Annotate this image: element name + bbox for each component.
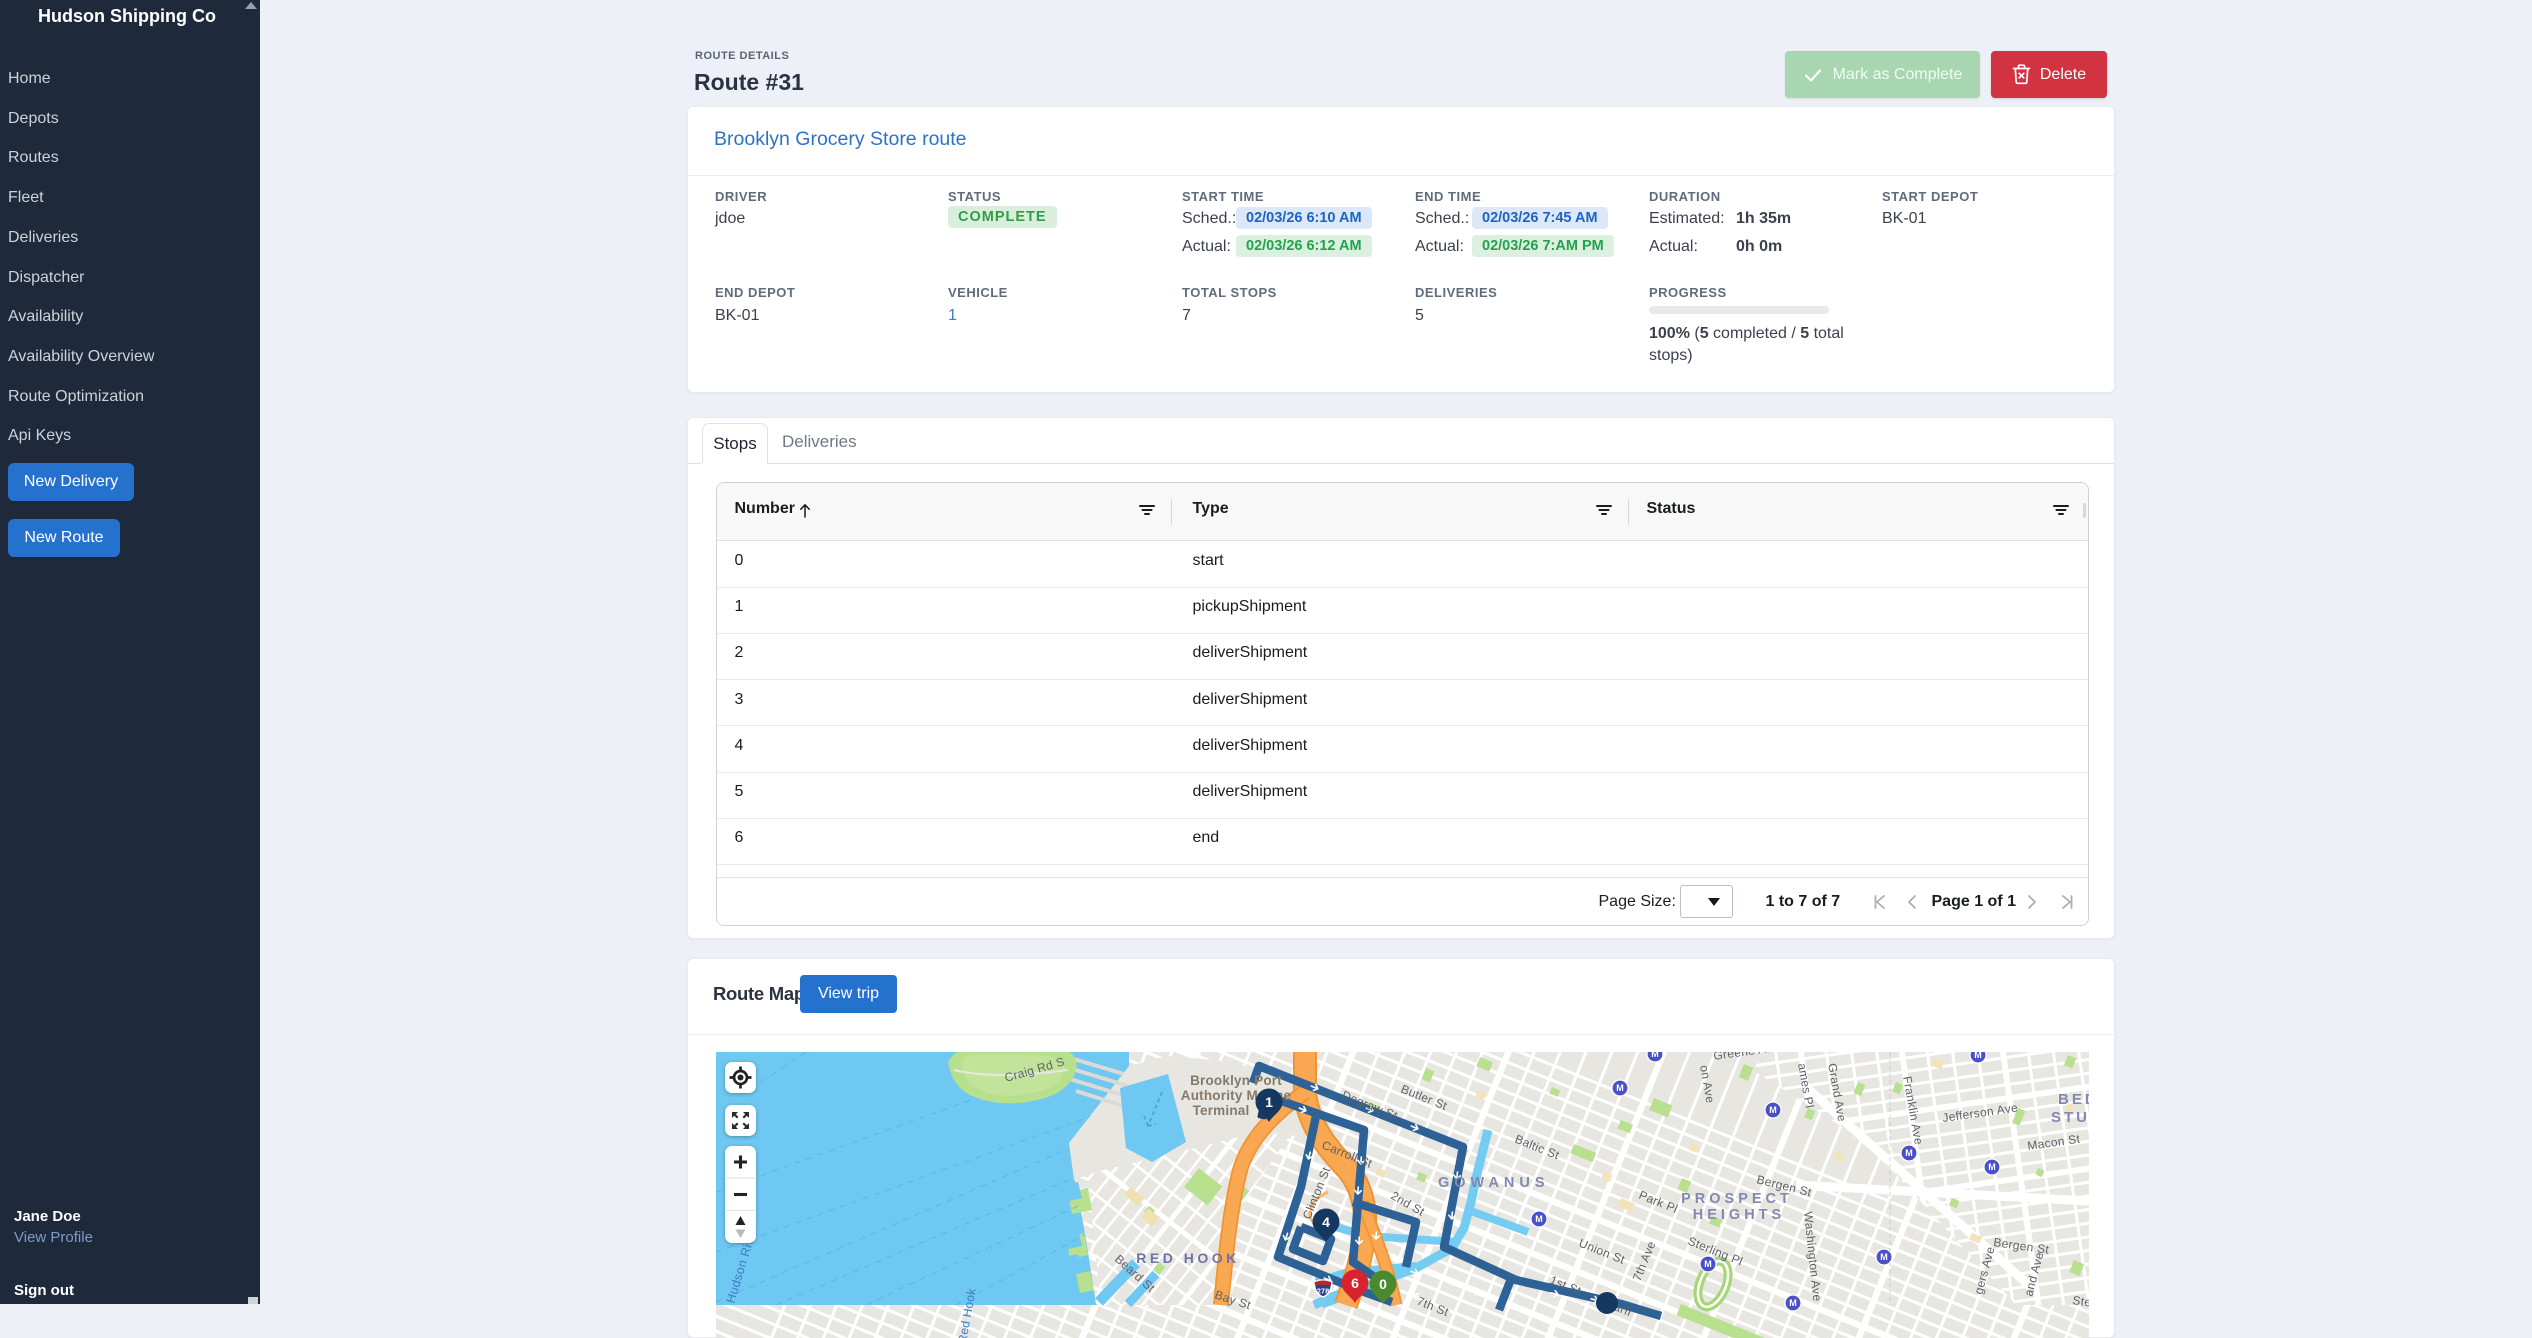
svg-text:Terminal: Terminal (1193, 1103, 1250, 1118)
svg-text:M: M (1651, 1052, 1659, 1059)
svg-text:GOWANUS: GOWANUS (1438, 1175, 1550, 1191)
svg-text:0: 0 (1379, 1276, 1387, 1292)
svg-text:M: M (1704, 1259, 1712, 1269)
svg-text:M: M (1880, 1252, 1888, 1262)
svg-text:M: M (1974, 1052, 1982, 1060)
svg-text:6: 6 (1351, 1275, 1359, 1291)
svg-text:M: M (1789, 1298, 1797, 1308)
svg-text:M: M (1905, 1148, 1913, 1158)
svg-text:PROSPECT: PROSPECT (1681, 1191, 1793, 1207)
svg-text:1: 1 (1265, 1094, 1273, 1110)
svg-text:Brooklyn Port: Brooklyn Port (1190, 1073, 1282, 1088)
svg-text:M: M (1769, 1105, 1777, 1115)
svg-text:4: 4 (1322, 1214, 1330, 1230)
svg-text:BED: BED (2058, 1091, 2089, 1108)
svg-text:RED HOOK: RED HOOK (1136, 1250, 1239, 1266)
svg-text:STUY: STUY (2051, 1109, 2089, 1126)
svg-text:M: M (1616, 1083, 1624, 1093)
svg-text:HEIGHTS: HEIGHTS (1693, 1207, 1785, 1223)
svg-text:278: 278 (1317, 1287, 1330, 1296)
svg-text:M: M (1535, 1214, 1543, 1224)
svg-text:M: M (1988, 1162, 1996, 1172)
